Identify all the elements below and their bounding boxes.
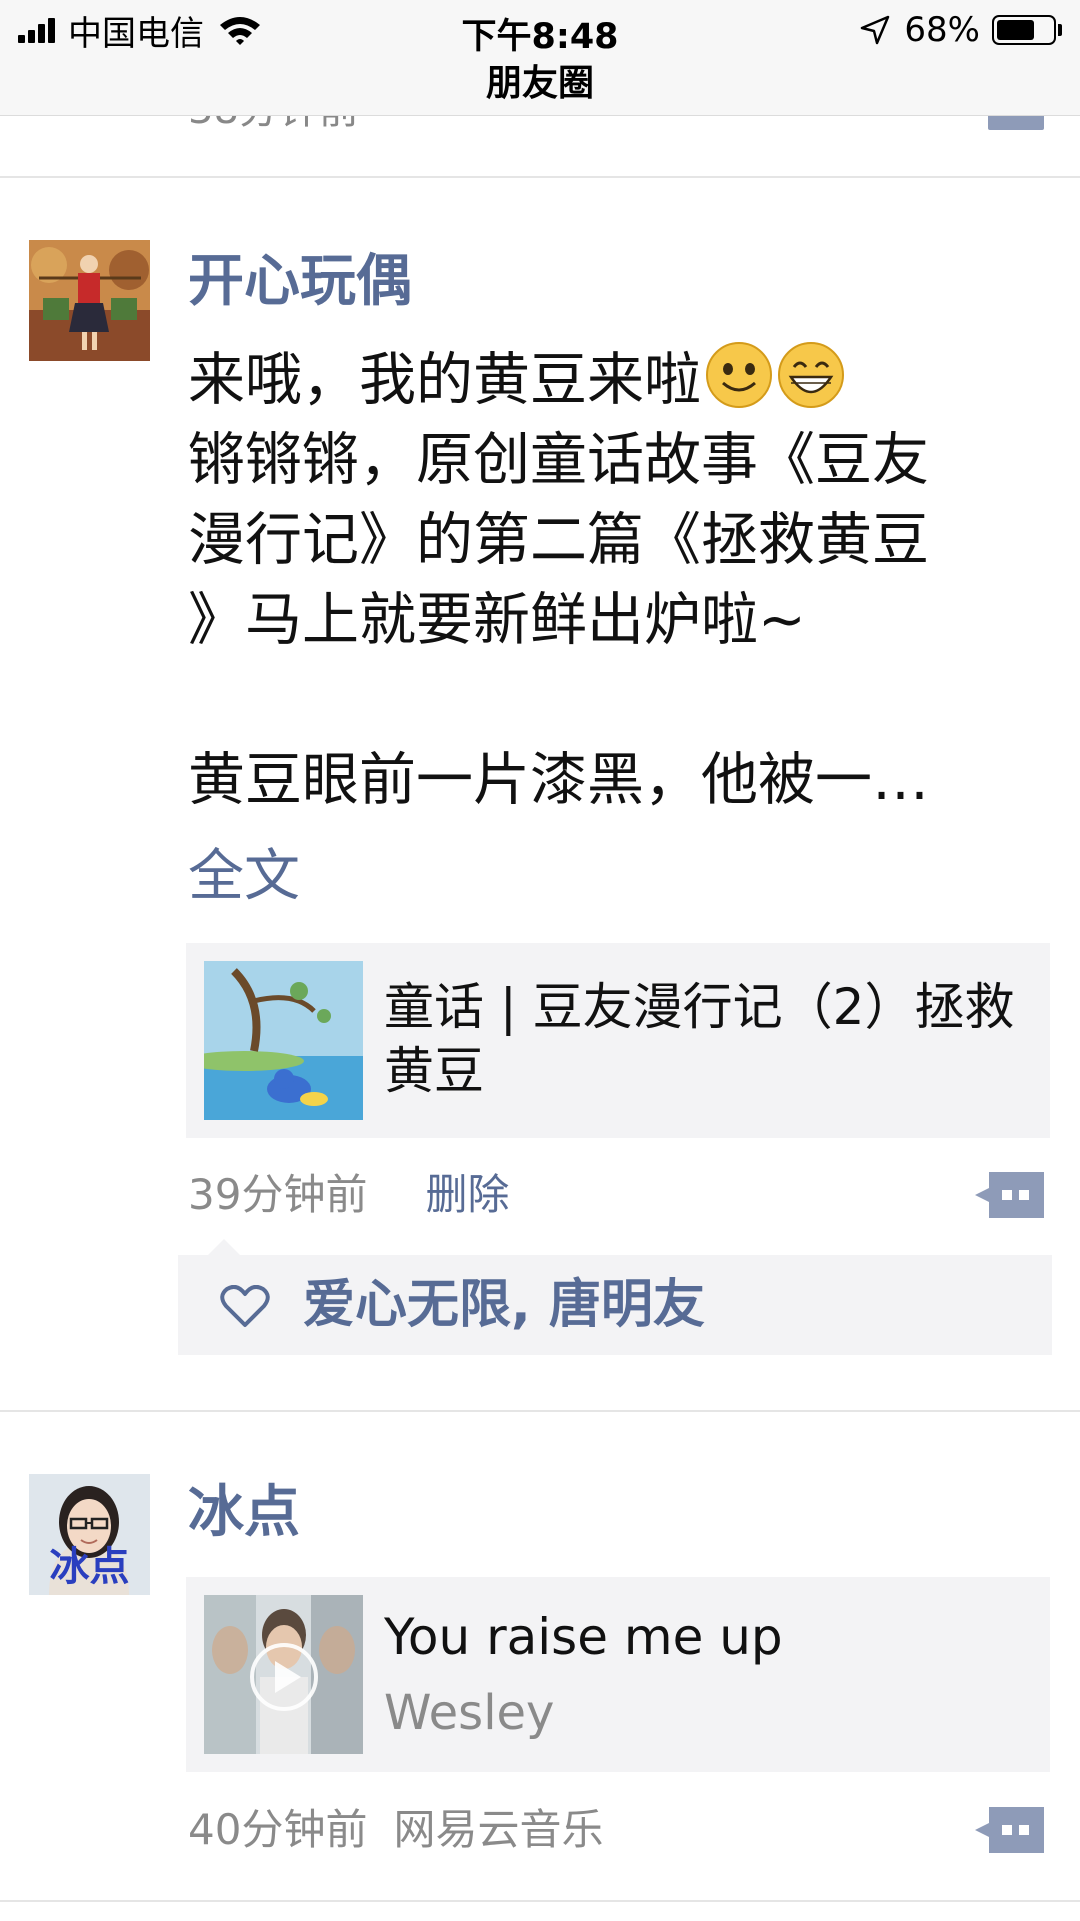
status-bar: 中国电信 下午8:48 朋友圈 68% xyxy=(0,0,1080,116)
post-divider xyxy=(0,1410,1080,1412)
avatar[interactable]: 冰点 xyxy=(29,1474,150,1595)
music-title: You raise me up xyxy=(384,1608,783,1666)
post-source-link[interactable]: 网易云音乐 xyxy=(393,1805,603,1854)
post-meta: 40分钟前 网易云音乐 xyxy=(188,1805,603,1855)
delete-link[interactable]: 删除 xyxy=(425,1170,509,1219)
battery-icon xyxy=(992,15,1056,45)
post-time: 39分钟前 xyxy=(188,1170,368,1219)
comment-icon[interactable] xyxy=(975,1172,1044,1218)
page-title: 朋友圈 xyxy=(485,63,594,104)
liker-names[interactable]: 爱心无限, 唐明友 xyxy=(303,1275,705,1335)
post-divider xyxy=(0,1900,1080,1902)
music-artist: Wesley xyxy=(384,1685,555,1741)
article-thumbnail xyxy=(204,961,363,1120)
post-divider xyxy=(0,176,1080,178)
heart-icon xyxy=(220,1285,270,1327)
fulltext-link[interactable]: 全文 xyxy=(188,842,300,912)
post-text: 来哦，我的黄豆来啦 锵锵锵，原创童话故事《豆友 漫行记》的第二篇《拯救黄豆 》马… xyxy=(188,340,1048,820)
post-time: 40分钟前 xyxy=(188,1805,368,1854)
post-meta: 39分钟前 删除 xyxy=(188,1170,509,1220)
post-author[interactable]: 冰点 xyxy=(188,1478,300,1548)
avatar-overlay-text: 冰点 xyxy=(49,1544,130,1590)
likes-panel: 爱心无限, 唐明友 xyxy=(178,1239,1052,1355)
post-author[interactable]: 开心玩偶 xyxy=(188,247,412,317)
avatar[interactable] xyxy=(29,240,150,361)
grin-emoji-icon xyxy=(778,342,844,408)
battery-percentage: 68% xyxy=(904,10,980,50)
comment-icon[interactable] xyxy=(975,1807,1044,1853)
article-title: 童话 | 豆友漫行记（2）拯救黄豆 xyxy=(384,978,1015,1100)
smile-emoji-icon xyxy=(706,342,772,408)
shared-music-card[interactable]: You raise me up Wesley xyxy=(186,1577,1050,1772)
location-arrow-icon xyxy=(861,15,890,45)
shared-article-card[interactable]: 童话 | 豆友漫行记（2）拯救黄豆 xyxy=(186,943,1050,1138)
music-thumbnail xyxy=(204,1595,363,1754)
